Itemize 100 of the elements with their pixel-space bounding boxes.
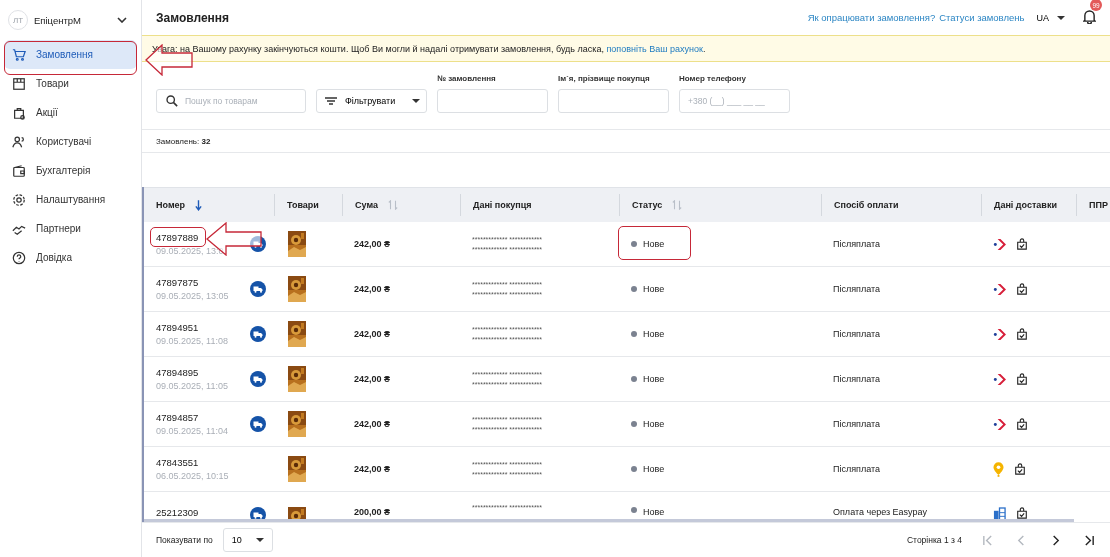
bag-check-icon[interactable]: [1016, 328, 1028, 340]
bag-icon: [12, 105, 26, 120]
column-header[interactable]: ППР: [1089, 200, 1108, 210]
first-page-icon: [981, 534, 993, 546]
status-dot: [631, 331, 637, 337]
last-page-icon: [1083, 534, 1095, 546]
order-date: 06.05.2025, 10:15: [156, 471, 229, 481]
column-header[interactable]: Статус: [632, 200, 663, 210]
order-sum: 242,00 ₴: [354, 419, 391, 429]
order-status: Нове: [643, 329, 665, 339]
chevron-logo-icon: [993, 237, 1006, 251]
column-header[interactable]: Товари: [287, 200, 319, 210]
order-number[interactable]: 47894895: [156, 367, 228, 378]
chevron-logo-icon: [993, 327, 1006, 341]
column-header[interactable]: Дані доставки: [994, 200, 1057, 210]
order-number[interactable]: 47843551: [156, 457, 229, 468]
cart-icon: [12, 47, 26, 62]
top-up-link[interactable]: поповніть Ваш рахунок: [606, 43, 703, 54]
column-header[interactable]: Сума: [355, 200, 378, 210]
bag-check-icon[interactable]: [1014, 463, 1026, 475]
order-status: Нове: [643, 374, 665, 384]
scrollbar[interactable]: [144, 519, 1074, 522]
sidebar-item[interactable]: Партнери: [4, 214, 137, 243]
order-status: Нове: [643, 239, 665, 249]
column-header[interactable]: Номер: [156, 200, 186, 210]
search-icon: [166, 95, 178, 107]
chevron-left-icon: [1015, 534, 1027, 546]
order-date: 09.05.2025, 11:04: [156, 426, 228, 436]
column-header[interactable]: Дані покупця: [473, 200, 532, 210]
chevron-down-icon[interactable]: [117, 17, 127, 23]
search-field[interactable]: Пошук по товарам: [156, 89, 306, 113]
help-icon: [12, 250, 26, 265]
order-date: 09.05.2025, 13:05: [156, 291, 229, 301]
order-date: 09.05.2025, 11:05: [156, 381, 228, 391]
payment-method: Післяплата: [833, 284, 881, 294]
order-number[interactable]: 25212309: [156, 507, 199, 518]
payment-method: Оплата через Easypay: [833, 507, 928, 517]
chevron-logo-icon: [993, 417, 1006, 431]
order-date: 09.05.2025, 11:08: [156, 336, 228, 346]
payment-method: Післяплата: [833, 464, 881, 474]
users-icon: [12, 134, 26, 149]
order-sum: 242,00 ₴: [354, 329, 391, 339]
order-date: 09.05.2025, 13:0: [156, 246, 224, 256]
order-number[interactable]: 47894951: [156, 322, 228, 333]
sidebar-item[interactable]: Замовлення: [4, 40, 137, 69]
page-size-label: Показувати по: [156, 535, 213, 545]
filter-dropdown[interactable]: Фільтрувати: [316, 89, 427, 113]
status-dot: [631, 466, 637, 472]
status-dot: [631, 421, 637, 427]
sidebar-item[interactable]: Бухгалтерія: [4, 156, 137, 185]
bag-check-icon[interactable]: [1016, 373, 1028, 385]
help-link[interactable]: Статуси замовлень: [939, 12, 1025, 23]
order-number[interactable]: 47894857: [156, 412, 228, 423]
input-field[interactable]: [437, 89, 548, 113]
status-dot: [631, 376, 637, 382]
order-sum: 242,00 ₴: [354, 464, 391, 474]
payment-method: Післяплата: [833, 329, 881, 339]
help-link[interactable]: Як опрацювати замовлення?: [807, 12, 936, 23]
order-sum: 242,00 ₴: [354, 284, 391, 294]
caret-icon: [1057, 15, 1065, 20]
page-title: Замовлення: [156, 10, 230, 25]
order-count: Замовлень: 32: [156, 136, 211, 146]
column-header[interactable]: Спосіб оплати: [834, 200, 899, 210]
status-dot: [631, 241, 637, 247]
field-label: Ім`я, прізвище покупця: [558, 74, 651, 83]
order-status: Нове: [643, 284, 665, 294]
sidebar-item[interactable]: Довідка: [4, 243, 137, 272]
sidebar-item[interactable]: Користувачі: [4, 127, 137, 156]
status-dot: [631, 507, 637, 513]
order-number[interactable]: 47897889: [156, 232, 224, 243]
sidebar-item[interactable]: Товари: [4, 69, 137, 98]
page-info: Сторінка 1 з 4: [906, 535, 962, 545]
field-label: № замовлення: [437, 74, 497, 83]
sidebar-item[interactable]: Акції: [4, 98, 137, 127]
language-select[interactable]: UA: [1036, 12, 1065, 23]
order-number[interactable]: 47897875: [156, 277, 229, 288]
account-name[interactable]: ЕпіцентрМ: [34, 14, 111, 26]
order-sum: 200,00 ₴: [354, 507, 391, 517]
caret-icon: [412, 99, 420, 103]
input-field[interactable]: +380 (__) ___ __ __: [679, 89, 790, 113]
filter-icon: [325, 97, 337, 105]
bell-icon[interactable]: [1083, 9, 1096, 24]
bag-check-icon[interactable]: [1016, 283, 1028, 295]
settings-icon: [12, 192, 26, 207]
page-size-select[interactable]: 10: [222, 528, 273, 552]
sidebar-item[interactable]: Налаштування: [4, 185, 137, 214]
order-sum: 242,00 ₴: [354, 239, 391, 249]
input-field[interactable]: [558, 89, 669, 113]
box-icon: [12, 76, 26, 91]
field-label: Номер телефону: [679, 74, 747, 83]
bag-check-icon[interactable]: [1016, 238, 1028, 250]
sort-down-icon[interactable]: [195, 199, 203, 211]
payment-method: Післяплата: [833, 374, 881, 384]
annotation-arrow: [206, 222, 262, 256]
bag-check-icon[interactable]: [1016, 507, 1028, 519]
bag-check-icon[interactable]: [1016, 418, 1028, 430]
payment-method: Післяплата: [833, 239, 881, 249]
order-status: Нове: [643, 507, 665, 517]
caret-icon: [255, 538, 264, 542]
status-dot: [631, 286, 637, 292]
